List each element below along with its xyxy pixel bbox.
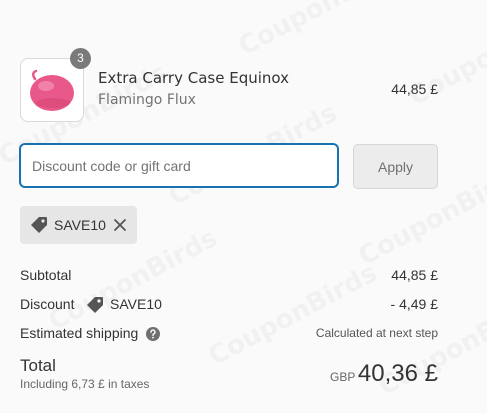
applied-discount-tag: SAVE10 [20, 206, 137, 244]
total-label: Total [20, 356, 56, 375]
discount-code: SAVE10 [110, 296, 162, 312]
quantity-badge: 3 [70, 48, 91, 69]
subtotal-label: Subtotal [20, 267, 72, 283]
help-icon[interactable] [146, 327, 160, 344]
tag-icon [86, 296, 104, 317]
apply-discount-button[interactable]: Apply [353, 144, 438, 189]
product-name: Extra Carry Case Equinox [98, 69, 289, 87]
remove-discount-close-icon[interactable] [113, 218, 127, 232]
shipping-row: Estimated shipping Calculated at next st… [20, 325, 438, 345]
discount-value: - 4,49 £ [390, 296, 438, 312]
subtotal-value: 44,85 £ [391, 267, 438, 283]
discount-row: Discount SAVE10 - 4,49 £ [20, 296, 438, 316]
tag-icon [30, 216, 48, 239]
watermark: CouponBirds [234, 0, 412, 62]
discount-label: Discount [20, 296, 75, 312]
cart-line-item: 3 Extra Carry Case Equinox Flamingo Flux… [20, 48, 438, 122]
discount-code-input[interactable] [20, 144, 338, 187]
tax-note: Including 6,73 £ in taxes [20, 377, 150, 391]
discount-tag-code: SAVE10 [54, 217, 106, 233]
currency-code: GBP [330, 370, 356, 384]
subtotal-row: Subtotal 44,85 £ [20, 267, 438, 287]
product-price: 44,85 £ [391, 81, 438, 97]
product-image [30, 69, 74, 111]
shipping-value: Calculated at next step [315, 326, 438, 340]
total-amount: 40,36 £ [357, 360, 438, 387]
product-variant: Flamingo Flux [98, 92, 196, 108]
shipping-label: Estimated shipping [20, 325, 139, 341]
